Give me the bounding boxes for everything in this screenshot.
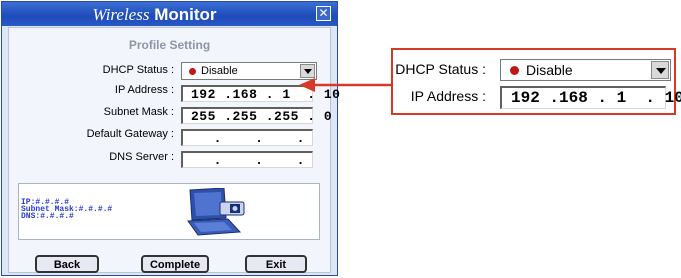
- info-text: IP:#.#.#.# Subnet Mask:#.#.#.# DNS:#.#.#…: [21, 199, 112, 221]
- dns-server-value: . . .: [197, 153, 305, 168]
- status-dot-icon: [189, 68, 196, 75]
- wireless-monitor-window: Wireless Monitor ✕ Profile Setting DHCP …: [1, 1, 340, 276]
- ip-address-label: IP Address :: [114, 84, 174, 96]
- dhcp-status-value: Disable: [201, 65, 238, 77]
- section-title: Profile Setting: [128, 38, 211, 52]
- default-gateway-field[interactable]: . . .: [181, 129, 313, 146]
- callout-dhcp-status-label: DHCP Status :: [395, 61, 486, 77]
- close-icon[interactable]: ✕: [316, 6, 331, 21]
- laptop-with-card-icon: [187, 188, 245, 236]
- subnet-mask-value: 255 .255 .255 . 0: [191, 109, 333, 124]
- subnet-mask-label: Subnet Mask :: [103, 106, 174, 118]
- info-dns-line: DNS:#.#.#.#: [21, 212, 74, 221]
- callout-ip-address-label: IP Address :: [410, 88, 486, 104]
- title-main: Monitor: [154, 5, 217, 24]
- back-button[interactable]: Back: [35, 255, 99, 273]
- dns-server-field[interactable]: . . .: [181, 151, 313, 168]
- callout-ip-address-value: 192 .168 . 1 . 10: [511, 89, 681, 107]
- profile-setting-panel: Profile Setting DHCP Status : Disable IP…: [8, 27, 340, 273]
- info-illustration-box: IP:#.#.#.# Subnet Mask:#.#.#.# DNS:#.#.#…: [18, 183, 320, 240]
- dns-server-label: DNS Server :: [109, 151, 174, 163]
- default-gateway-value: . . .: [197, 131, 305, 146]
- exit-button[interactable]: Exit: [245, 255, 307, 273]
- dhcp-status-select[interactable]: Disable: [181, 62, 317, 80]
- callout-chevron-down-icon[interactable]: [651, 61, 669, 79]
- red-arrow-left-icon: [299, 78, 392, 92]
- ip-address-field[interactable]: 192 .168 . 1 . 10: [181, 85, 340, 102]
- callout-ip-address-field[interactable]: 192 .168 . 1 . 10: [500, 86, 681, 109]
- chevron-down-icon[interactable]: [300, 64, 315, 78]
- zoom-callout: DHCP Status : Disable IP Address : 192 .…: [391, 48, 681, 115]
- callout-status-dot-icon: [510, 66, 519, 75]
- complete-button[interactable]: Complete: [141, 255, 209, 273]
- subnet-mask-field[interactable]: 255 .255 .255 . 0: [181, 107, 332, 124]
- dhcp-status-label: DHCP Status :: [102, 64, 174, 76]
- title-bar[interactable]: Wireless Monitor ✕: [2, 2, 337, 26]
- callout-dhcp-status-select[interactable]: Disable: [500, 59, 671, 81]
- window-title: Wireless Monitor: [2, 5, 307, 25]
- default-gateway-label: Default Gateway :: [86, 128, 174, 140]
- callout-dhcp-status-value: Disable: [526, 62, 573, 78]
- title-prefix: Wireless: [92, 5, 150, 24]
